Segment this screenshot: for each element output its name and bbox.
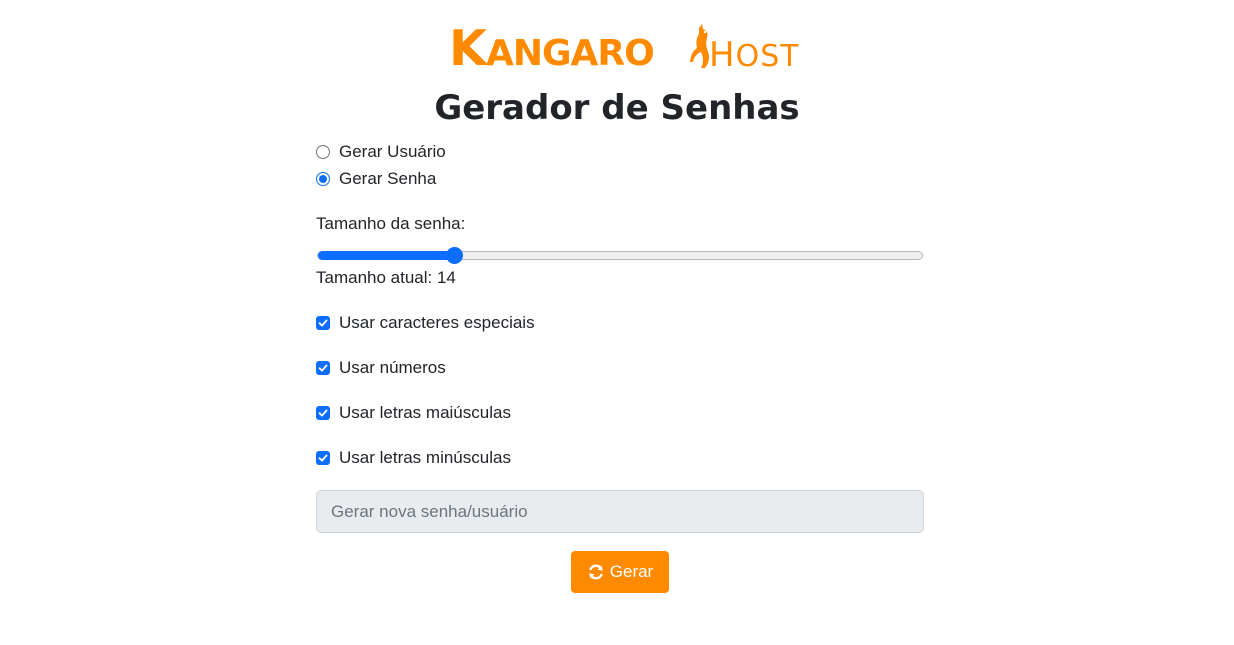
checkbox-lowercase[interactable] xyxy=(316,451,330,465)
option-lowercase-label: Usar letras minúsculas xyxy=(339,448,511,467)
generate-button[interactable]: Gerar xyxy=(571,551,669,593)
radio-generate-user-control[interactable] xyxy=(316,145,330,159)
length-slider-fill xyxy=(318,251,454,260)
length-label: Tamanho da senha: xyxy=(316,214,466,233)
option-uppercase-label: Usar letras maiúsculas xyxy=(339,403,511,422)
logo-main-initial: K xyxy=(449,20,487,77)
page-title: Gerador de Senhas xyxy=(434,88,800,128)
checkbox-special-chars[interactable] xyxy=(316,316,330,330)
check-icon xyxy=(318,409,328,417)
checkbox-numbers[interactable] xyxy=(316,361,330,375)
generate-button-label: Gerar xyxy=(609,562,654,581)
length-slider-thumb[interactable] xyxy=(446,247,463,264)
checkbox-uppercase[interactable] xyxy=(316,406,330,420)
logo-host-initial: H xyxy=(709,35,736,75)
length-current: Tamanho atual: 14 xyxy=(316,268,456,287)
check-icon xyxy=(318,364,328,372)
option-numbers-label: Usar números xyxy=(339,358,446,377)
logo-main-rest: ANGARO xyxy=(485,33,655,74)
brand-logo: KANGARO HOST xyxy=(449,22,799,74)
refresh-icon xyxy=(589,564,603,580)
option-special-chars[interactable]: Usar caracteres especiais xyxy=(316,313,535,333)
generated-output-field[interactable]: Gerar nova senha/usuário xyxy=(316,490,924,533)
radio-generate-password[interactable]: Gerar Senha xyxy=(316,169,436,189)
radio-generate-user-label: Gerar Usuário xyxy=(339,142,446,161)
logo-host-rest: OST xyxy=(735,39,800,74)
option-lowercase[interactable]: Usar letras minúsculas xyxy=(316,448,511,468)
logo-host: HOST xyxy=(709,38,800,72)
option-special-chars-label: Usar caracteres especiais xyxy=(339,313,535,332)
length-slider[interactable] xyxy=(317,247,923,264)
logo-wordmark: KANGARO xyxy=(449,24,655,74)
option-uppercase[interactable]: Usar letras maiúsculas xyxy=(316,403,511,423)
check-icon xyxy=(318,319,328,327)
option-numbers[interactable]: Usar números xyxy=(316,358,446,378)
radio-generate-password-control[interactable] xyxy=(316,172,330,186)
radio-generate-user[interactable]: Gerar Usuário xyxy=(316,142,446,162)
radio-generate-password-label: Gerar Senha xyxy=(339,169,437,188)
check-icon xyxy=(318,454,328,462)
